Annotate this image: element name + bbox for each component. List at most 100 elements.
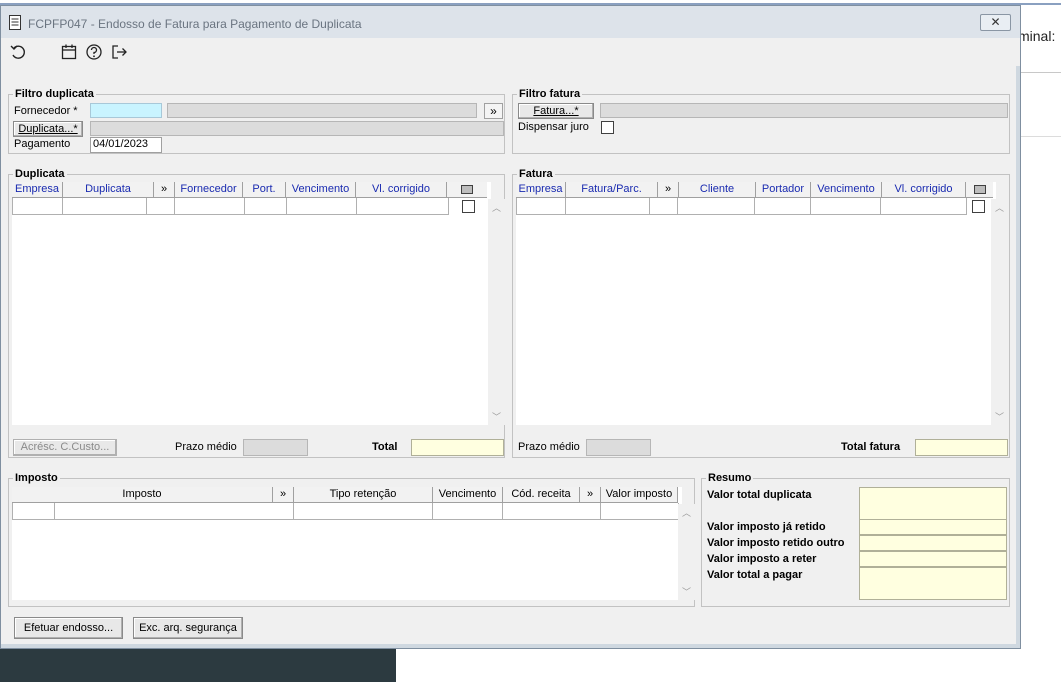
valor-total-duplicata-label: Valor total duplicata <box>707 489 812 501</box>
close-icon: ✕ <box>990 15 1001 29</box>
scroll-up-icon[interactable]: ︿ <box>991 201 1008 214</box>
row-select-checkbox[interactable] <box>972 200 985 213</box>
fornecedor-code-input[interactable] <box>90 103 162 118</box>
group-title: Duplicata <box>13 167 67 181</box>
table-cell[interactable] <box>287 198 357 215</box>
background-taskbar-area <box>0 649 396 682</box>
pagamento-input[interactable]: 04/01/2023 <box>90 137 162 153</box>
valor-imposto-reter-field <box>859 551 1007 567</box>
table-cell[interactable] <box>175 198 245 215</box>
total-label: Total <box>372 441 398 453</box>
table-cell[interactable] <box>63 198 147 215</box>
table-cell[interactable] <box>357 198 449 215</box>
column-expand-button[interactable]: » <box>580 487 601 503</box>
column-expand-button[interactable]: » <box>658 182 679 198</box>
table-row[interactable] <box>516 198 967 215</box>
column-expand-button[interactable]: » <box>154 182 175 198</box>
column-header[interactable]: Vencimento <box>433 487 503 503</box>
exit-icon[interactable] <box>110 43 128 61</box>
table-cell[interactable] <box>147 198 175 215</box>
resumo-group: Resumo Valor total duplicata Valor impos… <box>701 471 1010 607</box>
column-header[interactable]: Cliente <box>679 182 756 198</box>
table-cell[interactable] <box>811 198 881 215</box>
table-cell[interactable] <box>566 198 650 215</box>
column-header[interactable]: Vencimento <box>286 182 356 198</box>
table-cell[interactable] <box>881 198 967 215</box>
fatura-group: Fatura Empresa Fatura/Parc. » Cliente Po… <box>512 167 1010 458</box>
undo-icon[interactable] <box>9 43 27 61</box>
valor-imposto-outro-field <box>859 535 1007 551</box>
form-content: Filtro duplicata Fornecedor * » Duplicat… <box>1 66 1016 644</box>
table-cell[interactable] <box>55 503 294 520</box>
close-button[interactable]: ✕ <box>980 14 1011 31</box>
valor-total-pagar-label: Valor total a pagar <box>707 569 803 581</box>
table-row[interactable] <box>12 198 449 215</box>
column-header[interactable]: Empresa <box>12 182 63 198</box>
column-header[interactable]: Imposto <box>12 487 273 503</box>
vertical-scrollbar[interactable]: ︿ ﹀ <box>488 199 505 425</box>
select-all-header[interactable] <box>966 182 993 198</box>
column-expand-button[interactable]: » <box>273 487 294 503</box>
column-header[interactable]: Tipo retenção <box>294 487 433 503</box>
table-cell[interactable] <box>650 198 678 215</box>
imposto-table[interactable]: Imposto » Tipo retenção Vencimento Cód. … <box>12 487 682 600</box>
fornecedor-more-button[interactable]: » <box>484 103 503 119</box>
column-header[interactable]: Vl. corrigido <box>882 182 966 198</box>
column-header[interactable]: Cód. receita <box>503 487 580 503</box>
vertical-scrollbar[interactable]: ︿ ﹀ <box>678 504 695 600</box>
vertical-scrollbar[interactable]: ︿ ﹀ <box>991 199 1008 425</box>
efetuar-endosso-button[interactable]: Efetuar endosso... <box>14 617 123 639</box>
valor-total-pagar-field <box>859 567 1007 600</box>
fatura-table[interactable]: Empresa Fatura/Parc. » Cliente Portador … <box>516 182 996 425</box>
table-row[interactable] <box>12 503 679 520</box>
duplicata-button-label: Duplicata...* <box>18 123 78 135</box>
column-header[interactable]: Empresa <box>516 182 566 198</box>
calendar-icon[interactable] <box>60 43 78 61</box>
fatura-button[interactable]: Fatura...* <box>518 103 594 119</box>
background-label: minal: <box>1018 28 1056 44</box>
prazo-medio-label: Prazo médio <box>175 441 237 453</box>
column-header[interactable]: Valor imposto <box>601 487 678 503</box>
column-header[interactable]: Portador <box>756 182 811 198</box>
fornecedor-label: Fornecedor * <box>14 105 78 117</box>
filtro-duplicata-group: Filtro duplicata Fornecedor * » Duplicat… <box>8 87 505 154</box>
table-cell[interactable] <box>678 198 755 215</box>
background-divider <box>1021 72 1061 73</box>
column-header[interactable]: Vencimento <box>811 182 882 198</box>
table-cell[interactable] <box>12 198 63 215</box>
valor-imposto-outro-label: Valor imposto retido outro <box>707 537 845 549</box>
help-icon[interactable] <box>85 43 103 61</box>
acresc-button-label: Acrésc. C.Custo... <box>20 441 110 453</box>
acresc-ccusto-button[interactable]: Acrésc. C.Custo... <box>13 439 117 456</box>
scroll-up-icon[interactable]: ︿ <box>678 506 695 519</box>
table-cell[interactable] <box>516 198 566 215</box>
prazo-medio-label: Prazo médio <box>518 441 580 453</box>
scroll-up-icon[interactable]: ︿ <box>488 201 505 214</box>
prazo-medio-field <box>243 439 308 456</box>
column-header[interactable]: Vl. corrigido <box>356 182 447 198</box>
table-cell[interactable] <box>12 503 55 520</box>
table-cell[interactable] <box>433 503 503 520</box>
group-title: Filtro duplicata <box>13 87 96 101</box>
table-cell[interactable] <box>245 198 287 215</box>
column-header[interactable]: Duplicata <box>63 182 154 198</box>
table-cell[interactable] <box>294 503 433 520</box>
duplicata-button[interactable]: Duplicata...* <box>13 121 83 137</box>
column-header[interactable]: Fornecedor <box>175 182 243 198</box>
column-header[interactable]: Fatura/Parc. <box>566 182 658 198</box>
toolbar <box>1 38 1020 66</box>
column-header[interactable]: Port. <box>243 182 286 198</box>
table-cell[interactable] <box>755 198 811 215</box>
row-select-checkbox[interactable] <box>462 200 475 213</box>
table-cell[interactable] <box>601 503 679 520</box>
dispensar-juro-checkbox[interactable] <box>601 121 614 134</box>
scroll-down-icon[interactable]: ﹀ <box>678 585 695 598</box>
select-all-header[interactable] <box>447 182 487 198</box>
total-field <box>411 439 504 456</box>
table-header: Imposto » Tipo retenção Vencimento Cód. … <box>12 487 678 503</box>
duplicata-table[interactable]: Empresa Duplicata » Fornecedor Port. Ven… <box>12 182 491 425</box>
exc-arq-seguranca-button[interactable]: Exc. arq. segurança <box>133 617 243 639</box>
scroll-down-icon[interactable]: ﹀ <box>488 410 505 423</box>
scroll-down-icon[interactable]: ﹀ <box>991 410 1008 423</box>
table-cell[interactable] <box>503 503 601 520</box>
